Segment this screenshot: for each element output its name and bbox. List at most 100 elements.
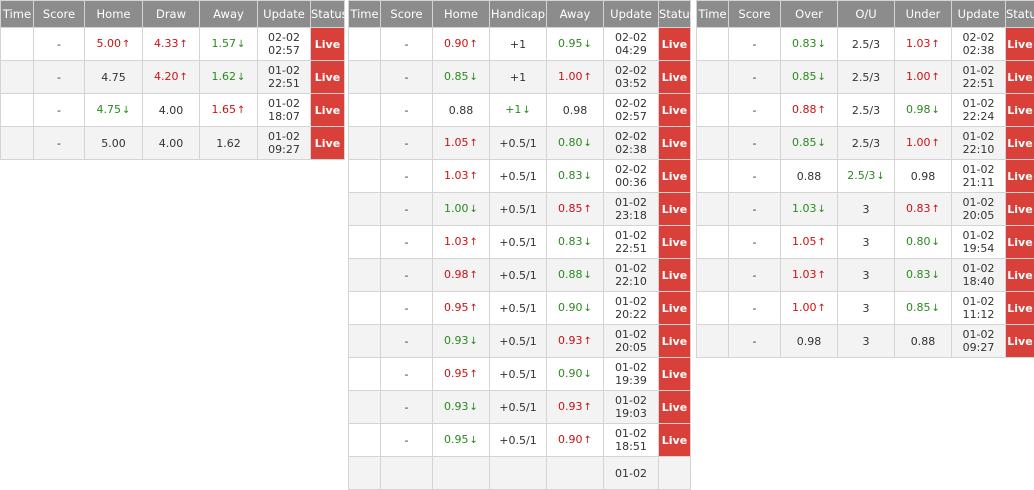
status-badge[interactable]: Live (659, 424, 691, 457)
update-time-cell: 02-02 02:38 (604, 127, 659, 160)
score-cell: - (729, 61, 781, 94)
update-time-cell: 01-02 18:40 (952, 259, 1006, 292)
arrow-down-icon: ↓ (470, 204, 478, 215)
time-cell (349, 28, 381, 61)
update-time-cell: 01-02 21:11 (952, 160, 1006, 193)
status-badge[interactable]: Live (1006, 160, 1034, 193)
odds-value: 4.00 (159, 137, 184, 150)
odds-cell-away: 0.80↓ (547, 127, 604, 160)
update-time-cell: 01-02 19:54 (952, 226, 1006, 259)
update-time-cell: 02-02 02:57 (258, 28, 311, 61)
odds-value: 5.00 (97, 37, 122, 50)
status-badge[interactable]: Live (659, 292, 691, 325)
status-badge[interactable]: Live (1006, 28, 1034, 61)
status-badge[interactable]: Live (659, 61, 691, 94)
arrow-down-icon: ↓ (470, 336, 478, 347)
table-header-row: TimeScoreHomeDrawAwayUpdateStatus (1, 1, 345, 28)
status-badge[interactable]: Live (1006, 193, 1034, 226)
status-badge[interactable]: Live (659, 358, 691, 391)
status-badge[interactable]: Live (1006, 226, 1034, 259)
arrow-up-icon: ↑ (584, 72, 592, 83)
odds-cell-away: 0.90↓ (547, 292, 604, 325)
odds-cell-away: 0.90↓ (547, 358, 604, 391)
status-badge[interactable]: Live (659, 391, 691, 424)
status-badge[interactable]: Live (311, 127, 345, 160)
column-header-status: Status (311, 1, 345, 28)
status-badge[interactable]: Live (311, 61, 345, 94)
table-row: -5.004.001.6201-02 09:27Live (1, 127, 345, 160)
status-badge[interactable]: Live (659, 259, 691, 292)
time-cell (697, 259, 729, 292)
odds-value: +1 (510, 38, 526, 51)
odds-cell-over: 0.83↓ (781, 28, 838, 61)
status-badge[interactable]: Live (1006, 61, 1034, 94)
score-cell: - (381, 424, 433, 457)
time-cell (349, 61, 381, 94)
odds-value: 0.88 (797, 170, 822, 183)
status-badge[interactable]: Live (1006, 259, 1034, 292)
column-header-handicap: Handicap (490, 1, 547, 28)
odds-cell-over: 1.00↑ (781, 292, 838, 325)
table-row: -0.9830.8801-02 09:27Live (697, 325, 1034, 358)
status-badge[interactable]: Live (659, 160, 691, 193)
odds-cell-over: 0.88 (781, 160, 838, 193)
column-header-home: Home (433, 1, 490, 28)
update-time-cell: 01-02 11:12 (952, 292, 1006, 325)
status-badge[interactable]: Live (1006, 94, 1034, 127)
score-cell: - (381, 160, 433, 193)
odds-value: 0.93 (444, 400, 469, 413)
status-badge[interactable] (659, 457, 691, 490)
odds-cell-draw: 4.00 (143, 94, 200, 127)
column-header-time: Time (349, 1, 381, 28)
status-badge[interactable]: Live (659, 127, 691, 160)
status-badge[interactable]: Live (1006, 325, 1034, 358)
update-time-cell: 02-02 04:29 (604, 28, 659, 61)
odds-value: 2.5/3 (852, 137, 880, 150)
update-time-cell: 01-02 09:27 (952, 325, 1006, 358)
table-row: -0.98↑+0.5/10.88↓01-02 22:10Live (349, 259, 691, 292)
arrow-down-icon: ↓ (876, 171, 884, 182)
time-cell (697, 292, 729, 325)
time-cell (697, 160, 729, 193)
odds-cell-o-u: 3 (838, 193, 895, 226)
arrow-up-icon: ↑ (470, 39, 478, 50)
arrow-down-icon: ↓ (237, 39, 245, 50)
time-cell (349, 457, 381, 490)
status-badge[interactable]: Live (659, 226, 691, 259)
update-time-cell: 02-02 02:38 (952, 28, 1006, 61)
odds-value: 1.00 (558, 70, 583, 83)
score-cell: - (381, 94, 433, 127)
odds-value: 0.85 (558, 202, 583, 215)
column-header-home: Home (85, 1, 143, 28)
arrow-down-icon: ↓ (584, 270, 592, 281)
time-cell (349, 259, 381, 292)
odds-value: 1.05 (792, 235, 817, 248)
status-badge[interactable]: Live (659, 28, 691, 61)
status-badge[interactable]: Live (1006, 127, 1034, 160)
odds-value: +0.5/1 (499, 170, 536, 183)
table-row: -1.03↑+0.5/10.83↓01-02 22:51Live (349, 226, 691, 259)
status-badge[interactable]: Live (659, 325, 691, 358)
status-badge[interactable]: Live (659, 94, 691, 127)
table-row: -1.05↑30.80↓01-02 19:54Live (697, 226, 1034, 259)
arrow-down-icon: ↓ (584, 303, 592, 314)
arrow-down-icon: ↓ (470, 435, 478, 446)
status-badge[interactable]: Live (311, 28, 345, 61)
odds-cell-o-u: 2.5/3 (838, 127, 895, 160)
arrow-down-icon: ↓ (932, 105, 940, 116)
odds-cell-home: 1.00↓ (433, 193, 490, 226)
time-cell (697, 61, 729, 94)
odds-value: 1.00 (792, 301, 817, 314)
status-badge[interactable]: Live (311, 94, 345, 127)
score-cell: - (729, 193, 781, 226)
odds-value: 3 (863, 269, 870, 282)
odds-cell-handicap: +1 (490, 28, 547, 61)
arrow-up-icon: ↑ (470, 303, 478, 314)
odds-cell-under: 0.83↑ (895, 193, 952, 226)
odds-value: 3 (863, 335, 870, 348)
status-badge[interactable]: Live (659, 193, 691, 226)
column-header-status: Status (659, 1, 691, 28)
table-row: -0.85↓2.5/31.00↑01-02 22:10Live (697, 127, 1034, 160)
status-badge[interactable]: Live (1006, 292, 1034, 325)
odds-value: +0.5/1 (499, 302, 536, 315)
